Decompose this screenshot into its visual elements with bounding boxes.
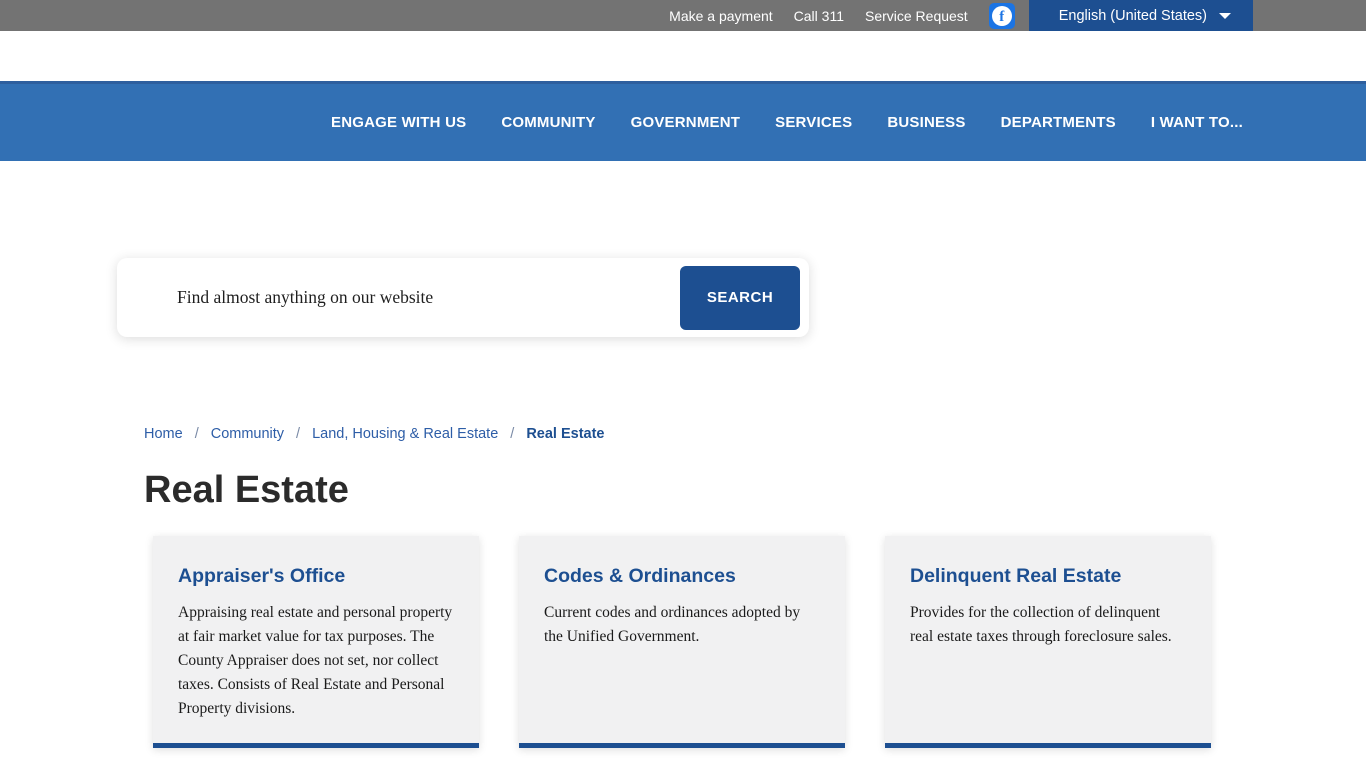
nav-item-services[interactable]: SERVICES xyxy=(775,114,852,131)
facebook-icon[interactable]: f xyxy=(989,3,1015,29)
nav-item-departments[interactable]: DEPARTMENTS xyxy=(1001,114,1116,131)
facebook-icon-glyph: f xyxy=(999,10,1004,25)
nav-item-business[interactable]: BUSINESS xyxy=(887,114,965,131)
card-description: Appraising real estate and personal prop… xyxy=(178,601,454,721)
nav-item-i-want-to[interactable]: I WANT TO... xyxy=(1151,114,1243,131)
breadcrumb-current: Real Estate xyxy=(526,426,604,442)
breadcrumb-link-home[interactable]: Home xyxy=(144,426,183,442)
card-title: Delinquent Real Estate xyxy=(910,565,1186,588)
facebook-icon-circle: f xyxy=(992,6,1012,26)
main-content: SEARCH Home / Community / Land, Housing … xyxy=(0,258,1366,748)
page-title: Real Estate xyxy=(144,468,1366,512)
breadcrumb-link-land-housing-real-estate[interactable]: Land, Housing & Real Estate xyxy=(312,426,498,442)
breadcrumb-separator: / xyxy=(510,426,514,442)
breadcrumb: Home / Community / Land, Housing & Real … xyxy=(144,426,1366,442)
top-utility-bar: Make a payment Call 311 Service Request … xyxy=(0,0,1366,31)
nav-item-government[interactable]: GOVERNMENT xyxy=(631,114,741,131)
nav-item-community[interactable]: COMMUNITY xyxy=(501,114,595,131)
card-description: Current codes and ordinances adopted by … xyxy=(544,601,820,649)
search-input[interactable] xyxy=(117,258,680,337)
card-codes-ordinances[interactable]: Codes & Ordinances Current codes and ord… xyxy=(519,536,845,748)
language-selector[interactable]: English (United States) xyxy=(1029,0,1253,31)
search-button[interactable]: SEARCH xyxy=(680,266,800,330)
main-navigation: ENGAGE WITH US COMMUNITY GOVERNMENT SERV… xyxy=(0,81,1366,161)
breadcrumb-separator: / xyxy=(195,426,199,442)
chevron-down-icon xyxy=(1219,13,1231,19)
logo-band xyxy=(0,31,1366,81)
language-selector-label: English (United States) xyxy=(1059,8,1207,24)
breadcrumb-separator: / xyxy=(296,426,300,442)
call-311-link[interactable]: Call 311 xyxy=(794,8,844,24)
card-description: Provides for the collection of delinquen… xyxy=(910,601,1186,649)
card-appraisers-office[interactable]: Appraiser's Office Appraising real estat… xyxy=(153,536,479,748)
card-title: Codes & Ordinances xyxy=(544,565,820,588)
topic-cards: Appraiser's Office Appraising real estat… xyxy=(153,536,1366,748)
card-delinquent-real-estate[interactable]: Delinquent Real Estate Provides for the … xyxy=(885,536,1211,748)
nav-item-engage-with-us[interactable]: ENGAGE WITH US xyxy=(331,114,466,131)
service-request-link[interactable]: Service Request xyxy=(865,8,968,24)
make-a-payment-link[interactable]: Make a payment xyxy=(669,8,773,24)
card-title: Appraiser's Office xyxy=(178,565,454,588)
breadcrumb-link-community[interactable]: Community xyxy=(211,426,284,442)
site-search-card: SEARCH xyxy=(117,258,809,337)
